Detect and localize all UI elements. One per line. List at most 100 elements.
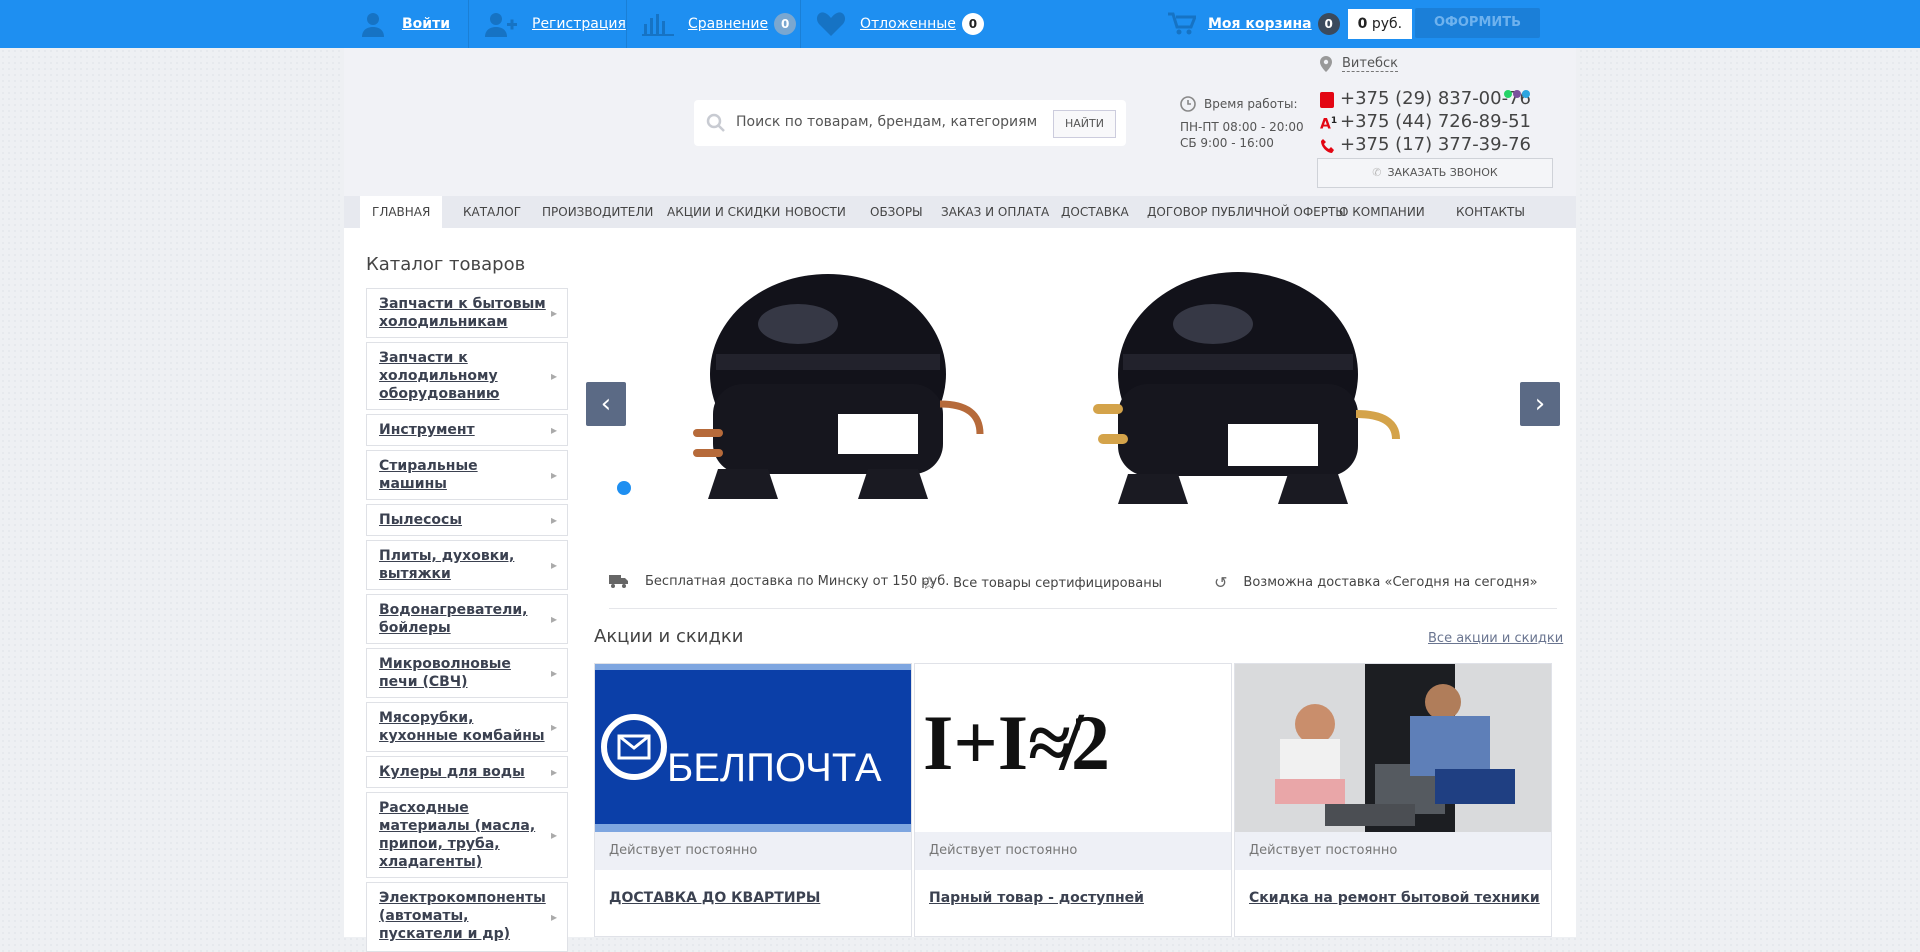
sidebar-item-label: Стиральные машины	[379, 458, 478, 492]
feature-label: Возможна доставка «Сегодня на сегодня»	[1243, 575, 1538, 590]
phone-3[interactable]: +375 (17) 377-39-76	[1340, 134, 1531, 155]
hours-weekdays: ПН-ПТ 08:00 - 20:00	[1180, 120, 1304, 134]
promo-title-link[interactable]: Скидка на ремонт бытовой техники	[1249, 890, 1540, 906]
divider	[609, 608, 1557, 609]
sidebar-item-label: Мясорубки, кухонные комбайны	[379, 710, 545, 744]
all-promotions-link[interactable]: Все акции и скидки	[1428, 631, 1563, 646]
nav-item-promotions[interactable]: АКЦИИ И СКИДКИ	[655, 196, 792, 228]
sidebar-item-label: Микроволновые печи (СВЧ)	[379, 656, 511, 690]
chevron-right-icon: ›	[1534, 389, 1546, 419]
star-icon: ☆	[921, 573, 938, 594]
sidebar-item-label: Кулеры для воды	[379, 764, 525, 780]
search-box: Поиск по товарам, брендам, категориям НА…	[694, 100, 1126, 146]
favorites-label: Отложенные	[860, 16, 956, 32]
login-label: Войти	[402, 16, 451, 32]
sidebar-item-grinders[interactable]: Мясорубки, кухонные комбайны ▸	[366, 702, 568, 752]
promo-title-link[interactable]: ДОСТАВКА ДО КВАРТИРЫ	[609, 890, 820, 906]
viber-icon	[1513, 90, 1521, 98]
checkout-button[interactable]: ОФОРМИТЬ	[1415, 8, 1540, 38]
phone-1[interactable]: +375 (29) 837-00-76	[1340, 88, 1531, 109]
sidebar-item-label: Электрокомпоненты (автоматы, пускатели и…	[379, 890, 546, 942]
nav-item-home[interactable]: ГЛАВНАЯ	[360, 196, 443, 228]
phone-2[interactable]: +375 (44) 726-89-51	[1340, 111, 1531, 132]
bar-chart-icon	[642, 14, 674, 36]
whatsapp-icon	[1504, 90, 1512, 98]
feature-free-delivery: Бесплатная доставка по Минску от 150 руб…	[609, 573, 949, 589]
sidebar-item-label: Водонагреватели, бойлеры	[379, 602, 528, 636]
catalog-title: Каталог товаров	[366, 254, 526, 275]
promo-status: Действует постоянно	[1235, 832, 1551, 870]
cart-link[interactable]: Моя корзина 0 0 руб.	[1168, 0, 1413, 48]
city-selector[interactable]: Витебск	[1320, 56, 1398, 72]
nav-item-catalog[interactable]: КАТАЛОГ	[451, 196, 533, 228]
history-icon: ↺	[1214, 573, 1228, 592]
sidebar-item-water-coolers[interactable]: Кулеры для воды ▸	[366, 756, 568, 788]
formula-image: I+I≉2	[915, 664, 1231, 832]
sidebar-item-consumables[interactable]: Расходные материалы (масла, припои, труб…	[366, 792, 568, 878]
cart-icon	[1168, 12, 1196, 35]
chevron-right-icon: ▸	[550, 468, 557, 482]
sidebar-item-refrigeration-parts[interactable]: Запчасти к холодильному оборудованию ▸	[366, 342, 568, 410]
features-bar: Бесплатная доставка по Минску от 150 руб…	[609, 568, 1557, 598]
cart-count-badge: 0	[1317, 13, 1340, 35]
sidebar-item-washing-machines[interactable]: Стиральные машины ▸	[366, 450, 568, 500]
clock-icon	[1180, 96, 1196, 112]
sidebar-item-water-heaters[interactable]: Водонагреватели, бойлеры ▸	[366, 594, 568, 644]
chevron-right-icon: ▸	[550, 720, 557, 734]
main-nav: ГЛАВНАЯ КАТАЛОГ ПРОИЗВОДИТЕЛИ АКЦИИ И СК…	[344, 196, 1576, 228]
favorites-link[interactable]: Отложенные 0	[816, 0, 984, 48]
sidebar-item-fridge-parts[interactable]: Запчасти к бытовым холодильникам ▸	[366, 288, 568, 338]
compressor-image	[693, 272, 1400, 504]
nav-item-contacts[interactable]: КОНТАКТЫ	[1444, 196, 1537, 228]
sidebar-item-label: Инструмент	[379, 422, 475, 438]
register-link[interactable]: Регистрация	[484, 0, 626, 48]
divider	[800, 0, 801, 48]
sidebar-item-vacuums[interactable]: Пылесосы ▸	[366, 504, 568, 536]
search-input[interactable]: Поиск по товарам, брендам, категориям	[736, 114, 1037, 130]
cart-total-value: 0	[1357, 16, 1368, 32]
chevron-right-icon: ▸	[550, 306, 557, 320]
sidebar-item-stoves[interactable]: Плиты, духовки, вытяжки ▸	[366, 540, 568, 590]
sidebar-item-electrical-components[interactable]: Электрокомпоненты (автоматы, пускатели и…	[366, 882, 568, 952]
chevron-left-icon: ‹	[600, 389, 612, 419]
heart-icon	[816, 12, 846, 36]
promo-card[interactable]: Действует постоянно Скидка на ремонт быт…	[1234, 663, 1552, 937]
callback-button[interactable]: ✆ ЗАКАЗАТЬ ЗВОНОК	[1317, 158, 1553, 188]
search-button[interactable]: НАЙТИ	[1053, 110, 1116, 138]
register-label: Регистрация	[532, 16, 626, 32]
page-container: Поиск по товарам, брендам, категориям НА…	[344, 48, 1576, 952]
nav-item-order-payment[interactable]: ЗАКАЗ И ОПЛАТА	[929, 196, 1061, 228]
nav-item-news[interactable]: НОВОСТИ	[773, 196, 858, 228]
promo-card[interactable]: БЕЛПОЧТА Действует постоянно ДОСТАВКА ДО…	[594, 663, 912, 937]
feature-label: Все товары сертифицированы	[953, 576, 1163, 591]
sidebar-item-tools[interactable]: Инструмент ▸	[366, 414, 568, 446]
nav-item-reviews[interactable]: ОБЗОРЫ	[858, 196, 935, 228]
nav-item-delivery[interactable]: ДОСТАВКА	[1049, 196, 1141, 228]
work-hours-label: Время работы:	[1204, 97, 1298, 111]
promo-title-link[interactable]: Парный товар - доступней	[929, 890, 1144, 906]
nav-item-public-offer[interactable]: ДОГОВОР ПУБЛИЧНОЙ ОФЕРТЫ	[1135, 196, 1358, 228]
login-link[interactable]: Войти	[360, 0, 450, 48]
chevron-right-icon: ▸	[550, 558, 557, 572]
chevron-right-icon: ▸	[550, 765, 557, 779]
feature-certified: ☆ Все товары сертифицированы	[921, 573, 1162, 594]
telegram-icon	[1522, 90, 1530, 98]
a1-icon: A1	[1320, 116, 1338, 133]
promo-card[interactable]: I+I≉2 Действует постоянно Парный товар -…	[914, 663, 1232, 937]
user-icon	[362, 13, 384, 37]
slider-next-button[interactable]: ›	[1520, 382, 1560, 426]
chevron-right-icon: ▸	[550, 910, 557, 924]
slider-prev-button[interactable]: ‹	[586, 382, 626, 426]
city-label: Витебск	[1342, 56, 1398, 72]
promotions-title: Акции и скидки	[594, 626, 744, 647]
truck-icon	[609, 575, 628, 588]
compare-label: Сравнение	[688, 16, 769, 32]
work-hours: Время работы: ПН-ПТ 08:00 - 20:00 СБ 9:0…	[1180, 96, 1304, 150]
nav-item-about[interactable]: О КОМПАНИИ	[1327, 196, 1437, 228]
slider-dot-active[interactable]	[617, 481, 631, 495]
phone-icon: ✆	[1372, 166, 1382, 179]
sidebar-item-microwaves[interactable]: Микроволновые печи (СВЧ) ▸	[366, 648, 568, 698]
sidebar-item-label: Запчасти к бытовым холодильникам	[379, 296, 546, 330]
nav-item-manufacturers[interactable]: ПРОИЗВОДИТЕЛИ	[530, 196, 665, 228]
compare-link[interactable]: Сравнение 0	[642, 0, 797, 48]
